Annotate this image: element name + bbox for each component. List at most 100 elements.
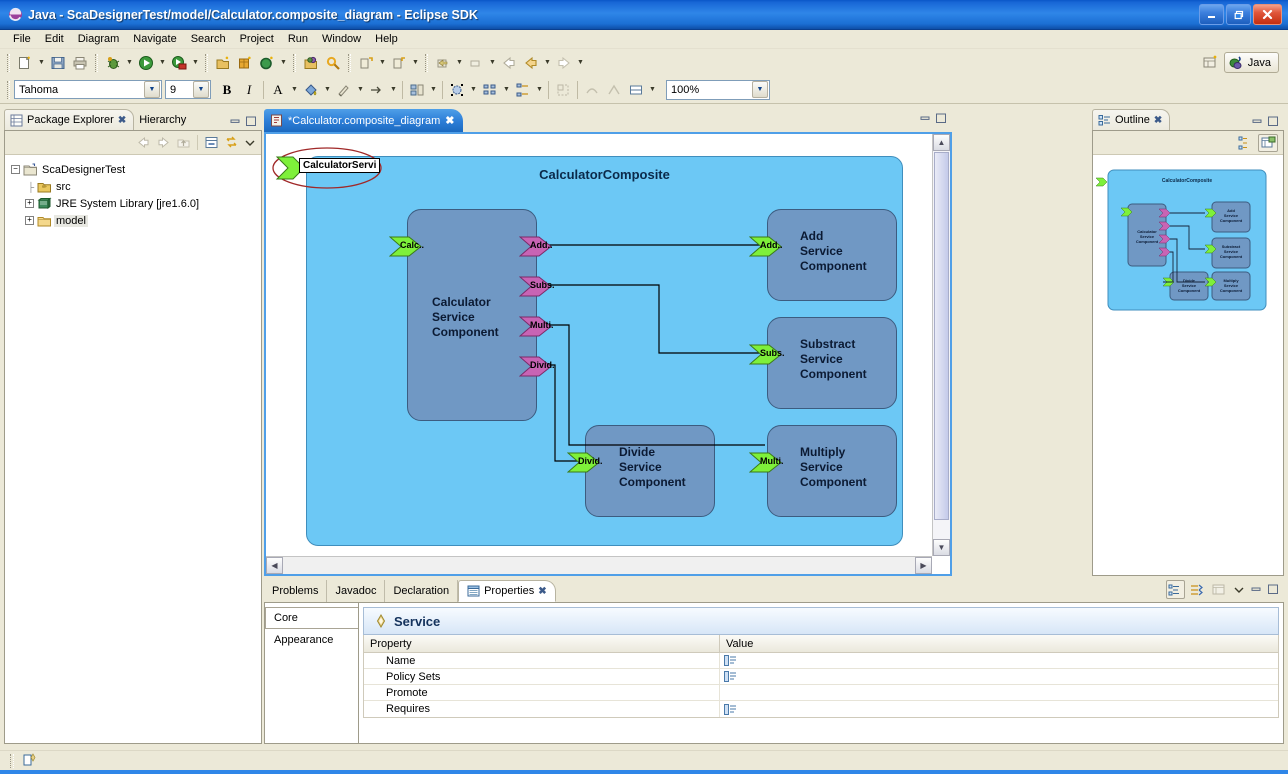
- format-toolbar-grip[interactable]: [7, 80, 10, 99]
- property-value[interactable]: [720, 655, 1278, 666]
- menu-run[interactable]: Run: [281, 31, 315, 47]
- minimize-button[interactable]: [1199, 4, 1224, 25]
- menu-project[interactable]: Project: [233, 31, 281, 47]
- toolbar-grip[interactable]: [7, 53, 10, 72]
- zoom-combo[interactable]: 100% ▼: [666, 79, 770, 100]
- properties-tab-core[interactable]: Core: [265, 607, 358, 629]
- tab-problems[interactable]: Problems: [264, 580, 328, 602]
- font-size-combo[interactable]: 9 ▼: [165, 80, 211, 99]
- reference-port-add[interactable]: Add..: [519, 235, 553, 258]
- close-icon[interactable]: ✖: [1154, 115, 1162, 126]
- distribute-icon[interactable]: [512, 79, 534, 101]
- minimize-icon[interactable]: [919, 112, 932, 125]
- forward-icon[interactable]: [520, 52, 542, 74]
- new-interface-icon[interactable]: [256, 52, 278, 74]
- last-edit-location-icon[interactable]: [432, 52, 454, 74]
- line-color-icon[interactable]: [333, 79, 355, 101]
- toolbar-grip-4[interactable]: [293, 53, 296, 72]
- scroll-right-arrow[interactable]: ▶: [915, 557, 932, 574]
- arrange-dropdown-arrow[interactable]: ▼: [501, 79, 512, 101]
- last-edit-dropdown-arrow[interactable]: ▼: [454, 52, 465, 74]
- bold-button[interactable]: B: [216, 79, 238, 101]
- prev-annotation-icon[interactable]: [388, 52, 410, 74]
- font-color-dropdown-arrow[interactable]: ▼: [289, 79, 300, 101]
- debug-dropdown-arrow[interactable]: ▼: [124, 52, 135, 74]
- tab-calculator-composite-diagram[interactable]: *Calculator.composite_diagram ✖: [264, 109, 464, 132]
- fill-color-icon[interactable]: [300, 79, 322, 101]
- maximize-icon[interactable]: [1266, 583, 1280, 597]
- tab-outline[interactable]: Outline ✖: [1092, 109, 1171, 130]
- composite-service-name[interactable]: CalculatorServi: [299, 158, 381, 173]
- reference-port-substract[interactable]: Subs.: [519, 275, 555, 298]
- search-icon[interactable]: [322, 52, 344, 74]
- close-icon[interactable]: ✖: [445, 114, 454, 127]
- property-value[interactable]: [720, 671, 1278, 682]
- forward-next-icon[interactable]: [553, 52, 575, 74]
- next-annotation-icon[interactable]: [355, 52, 377, 74]
- show-advanced-icon[interactable]: [1188, 580, 1207, 599]
- snapback-icon[interactable]: [625, 79, 647, 101]
- snapback-dropdown-arrow[interactable]: ▼: [647, 79, 658, 101]
- editor-vertical-scrollbar[interactable]: ▲ ▼: [932, 134, 950, 556]
- up-arrow-icon[interactable]: [175, 134, 192, 151]
- menu-file[interactable]: File: [6, 31, 38, 47]
- view-menu-icon[interactable]: [243, 136, 256, 149]
- composite-service-promoted[interactable]: CalculatorServi: [271, 146, 383, 190]
- close-icon[interactable]: ✖: [538, 586, 546, 597]
- align-icon[interactable]: [406, 79, 428, 101]
- service-port-substract[interactable]: Subs.: [749, 343, 785, 366]
- collapse-all-icon[interactable]: [203, 134, 220, 151]
- scroll-down-arrow[interactable]: ▼: [933, 539, 950, 556]
- reference-port-multiply[interactable]: Multi.: [519, 315, 554, 338]
- font-color-icon[interactable]: A: [267, 79, 289, 101]
- reference-port-divide[interactable]: Divid.: [519, 355, 555, 378]
- line-style-dropdown-arrow[interactable]: ▼: [388, 79, 399, 101]
- toolbar-grip-6[interactable]: [425, 53, 428, 72]
- minimize-icon[interactable]: [229, 115, 242, 128]
- minimize-icon[interactable]: [1249, 583, 1263, 597]
- back-history-icon[interactable]: [465, 52, 487, 74]
- collapse-expander[interactable]: −: [11, 165, 20, 174]
- edit-value-icon[interactable]: [724, 671, 736, 682]
- edit-value-icon[interactable]: [724, 703, 736, 715]
- tree-item-src[interactable]: ├ src: [11, 178, 261, 195]
- scroll-up-arrow[interactable]: ▲: [933, 134, 950, 151]
- new-interface-dropdown-arrow[interactable]: ▼: [278, 52, 289, 74]
- toolbar-grip-2[interactable]: [95, 53, 98, 72]
- menu-window[interactable]: Window: [315, 31, 368, 47]
- tab-hierarchy[interactable]: Hierarchy: [134, 109, 193, 130]
- editor-horizontal-scrollbar[interactable]: ◀ ▶: [266, 556, 932, 574]
- scroll-left-arrow[interactable]: ◀: [266, 557, 283, 574]
- minimize-icon[interactable]: [1251, 115, 1264, 128]
- toolbar-grip-5[interactable]: [348, 53, 351, 72]
- tab-javadoc[interactable]: Javadoc: [327, 580, 386, 602]
- tree-view-icon[interactable]: [1237, 134, 1255, 152]
- properties-tab-appearance[interactable]: Appearance: [265, 629, 358, 651]
- toolbar-grip-3[interactable]: [205, 53, 208, 72]
- external-tools-icon[interactable]: [168, 52, 190, 74]
- maximize-icon[interactable]: [245, 115, 258, 128]
- menu-navigate[interactable]: Navigate: [126, 31, 183, 47]
- menu-diagram[interactable]: Diagram: [71, 31, 127, 47]
- thumbnail-view-icon[interactable]: [1258, 133, 1278, 152]
- run-dropdown-arrow[interactable]: ▼: [157, 52, 168, 74]
- link-with-editor-icon[interactable]: [223, 134, 240, 151]
- line-color-dropdown-arrow[interactable]: ▼: [355, 79, 366, 101]
- new-icon[interactable]: [14, 52, 36, 74]
- chevron-down-icon[interactable]: ▼: [144, 81, 160, 98]
- tab-properties[interactable]: Properties ✖: [458, 580, 556, 602]
- composite-container[interactable]: CalculatorComposite Calculator Service C…: [306, 156, 903, 546]
- font-family-combo[interactable]: Tahoma ▼: [14, 80, 162, 99]
- external-tools-dropdown-arrow[interactable]: ▼: [190, 52, 201, 74]
- prev-annotation-dropdown-arrow[interactable]: ▼: [410, 52, 421, 74]
- table-row[interactable]: Promote: [364, 684, 1278, 701]
- maximize-icon[interactable]: [1267, 115, 1280, 128]
- new-java-package-icon[interactable]: [212, 52, 234, 74]
- select-all-dropdown-arrow[interactable]: ▼: [468, 79, 479, 101]
- menu-edit[interactable]: Edit: [38, 31, 71, 47]
- debug-icon[interactable]: [102, 52, 124, 74]
- run-icon[interactable]: [135, 52, 157, 74]
- fill-color-dropdown-arrow[interactable]: ▼: [322, 79, 333, 101]
- menu-search[interactable]: Search: [184, 31, 233, 47]
- back-arrow-icon[interactable]: [135, 134, 152, 151]
